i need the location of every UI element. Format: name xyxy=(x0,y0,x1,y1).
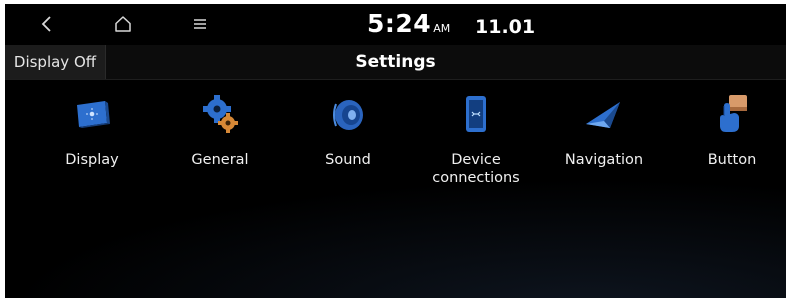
back-button[interactable] xyxy=(27,7,67,41)
settings-item-label: General xyxy=(191,152,249,168)
date: 11.01 xyxy=(475,16,536,38)
settings-item-label: Display xyxy=(65,152,119,168)
speaker-icon xyxy=(328,94,368,134)
clock-time: 5:24 xyxy=(367,9,432,38)
home-icon xyxy=(115,16,131,32)
home-button[interactable] xyxy=(103,7,143,41)
settings-item-label: Navigation xyxy=(564,152,644,168)
hand-press-icon xyxy=(712,94,752,134)
gear-icon xyxy=(200,94,240,134)
settings-item-label: Button xyxy=(707,152,757,168)
settings-item-label: Device connections xyxy=(432,152,520,186)
clock-ampm: AM xyxy=(433,22,451,35)
title-bar: Display Off Settings xyxy=(5,45,786,80)
phone-icon xyxy=(456,94,496,134)
settings-grid: Display General Sound Device connections… xyxy=(23,94,786,204)
settings-item-general[interactable]: General xyxy=(156,94,284,199)
infotainment-screen: 5:24 AM 11.01 Display Off Settings Displ… xyxy=(5,4,786,298)
clock: 5:24 AM xyxy=(367,9,450,38)
settings-item-label: Sound xyxy=(325,152,371,168)
settings-item-button[interactable]: Button xyxy=(668,94,786,199)
page-title: Settings xyxy=(355,52,436,72)
settings-item-navigation[interactable]: Navigation xyxy=(540,94,668,199)
status-bar: 5:24 AM 11.01 xyxy=(5,4,786,44)
back-chevron-icon xyxy=(41,16,51,32)
settings-item-display[interactable]: Display xyxy=(28,94,156,199)
settings-item-device-connections[interactable]: Device connections xyxy=(412,94,540,199)
navigation-arrow-icon xyxy=(584,94,624,134)
display-off-button[interactable]: Display Off xyxy=(5,45,106,79)
settings-item-sound[interactable]: Sound xyxy=(284,94,412,199)
menu-button[interactable] xyxy=(180,7,220,41)
menu-icon xyxy=(194,19,206,29)
display-icon xyxy=(72,94,112,134)
